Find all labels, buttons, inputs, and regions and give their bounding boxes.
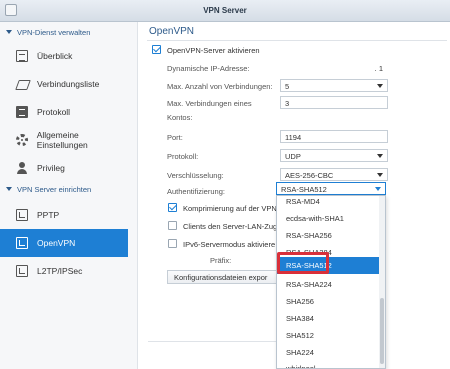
section-label: VPN Server einrichten xyxy=(17,185,92,194)
export-config-button[interactable]: Konfigurationsdateien expor xyxy=(167,270,277,284)
user-icon xyxy=(16,162,28,174)
gear-icon xyxy=(16,134,28,146)
dynamic-ip-label: Dynamische IP-Adresse: xyxy=(167,64,250,73)
sidebar-section-manage[interactable]: VPN-Dienst verwalten xyxy=(6,28,90,37)
sidebar-item-openvpn[interactable]: OpenVPN xyxy=(0,229,128,257)
compression-label: Komprimierung auf der VPN xyxy=(183,204,277,213)
authentication-select[interactable]: RSA-SHA512 xyxy=(276,182,386,195)
sidebar-item-label: L2TP/IPSec xyxy=(37,266,83,276)
collapse-caret-icon xyxy=(6,187,12,191)
selection-highlight-annotation xyxy=(277,252,329,274)
sidebar-item-pptp[interactable]: PPTP xyxy=(0,201,128,229)
dropdown-scrollbar[interactable] xyxy=(379,196,385,368)
server-lan-checkbox[interactable] xyxy=(168,221,177,230)
title-bar: VPN Server xyxy=(0,0,450,22)
max-connections-label: Max. Anzahl von Verbindungen: xyxy=(167,82,273,91)
dropdown-option[interactable]: SHA256 xyxy=(277,293,381,310)
sidebar-item-label: Privileg xyxy=(37,163,65,173)
server-lan-label: Clients den Server-LAN-Zug xyxy=(183,222,278,231)
ipv6-checkbox[interactable] xyxy=(168,239,177,248)
sidebar-item-label: PPTP xyxy=(37,210,60,220)
sidebar-item-label: Überblick xyxy=(37,51,73,61)
overview-icon xyxy=(16,50,28,62)
sidebar-item-label: OpenVPN xyxy=(37,238,76,248)
dynamic-ip-field[interactable]: . 1 xyxy=(280,61,388,74)
sidebar-item-label: Protokoll xyxy=(37,107,71,117)
prefix-label: Präfix: xyxy=(210,256,232,265)
protocol-label: Protokoll: xyxy=(167,152,199,161)
network-icon xyxy=(16,237,28,249)
network-icon xyxy=(16,265,28,277)
max-account-connections-label: Max. Verbindungen eines xyxy=(167,99,252,108)
max-account-connections-label-2: Kontos: xyxy=(167,113,193,122)
enable-openvpn-label: OpenVPN-Server aktivieren xyxy=(167,46,260,55)
log-icon xyxy=(16,106,28,118)
dropdown-option[interactable]: RSA-MD4 xyxy=(277,196,381,210)
authentication-dropdown-list[interactable]: RSA-MD4 ecdsa-with-SHA1 RSA-SHA256 RSA-S… xyxy=(276,195,386,369)
max-account-connections-input[interactable]: 3 xyxy=(280,96,388,109)
sidebar-item-overview[interactable]: Überblick xyxy=(0,42,128,70)
authentication-label: Authentifizierung: xyxy=(167,187,225,196)
page-title: OpenVPN xyxy=(149,26,195,37)
sidebar-item-privilege[interactable]: Privileg xyxy=(0,154,128,182)
sidebar-item-general-settings[interactable]: Allgemeine Einstellungen xyxy=(0,126,128,154)
divider xyxy=(148,341,276,342)
ipv6-label: IPv6-Servermodus aktiviere xyxy=(183,240,276,249)
sidebar: VPN-Dienst verwalten Überblick Verbindun… xyxy=(0,22,138,369)
window-title: VPN Server xyxy=(203,6,247,15)
sidebar-item-connection-list[interactable]: Verbindungsliste xyxy=(0,70,128,98)
sidebar-item-log[interactable]: Protokoll xyxy=(0,98,128,126)
compression-checkbox[interactable] xyxy=(168,203,177,212)
encryption-label: Verschlüsselung: xyxy=(167,171,224,180)
sidebar-item-l2tp-ipsec[interactable]: L2TP/IPSec xyxy=(0,257,128,285)
max-connections-select[interactable]: 5 xyxy=(280,79,388,92)
dropdown-option[interactable]: SHA384 xyxy=(277,310,381,327)
connection-list-icon xyxy=(16,78,28,90)
port-input[interactable]: 1194 xyxy=(280,130,388,143)
section-label: VPN-Dienst verwalten xyxy=(17,28,91,37)
network-icon xyxy=(16,209,28,221)
dropdown-option[interactable]: RSA-SHA224 xyxy=(277,276,381,293)
collapse-caret-icon xyxy=(6,30,12,34)
encryption-select[interactable]: AES-256-CBC xyxy=(280,168,388,181)
sidebar-item-label: Verbindungsliste xyxy=(37,79,100,89)
divider xyxy=(147,40,447,41)
scrollbar-thumb[interactable] xyxy=(380,298,384,364)
enable-openvpn-checkbox[interactable] xyxy=(152,45,161,54)
dropdown-option[interactable]: whirlpool xyxy=(277,360,381,368)
protocol-select[interactable]: UDP xyxy=(280,149,388,162)
port-label: Port: xyxy=(167,133,183,142)
dropdown-option[interactable]: SHA224 xyxy=(277,344,381,361)
dropdown-option[interactable]: RSA-SHA256 xyxy=(277,227,381,244)
sidebar-section-setup[interactable]: VPN Server einrichten xyxy=(6,185,91,194)
dropdown-option[interactable]: ecdsa-with-SHA1 xyxy=(277,210,381,227)
dropdown-option[interactable]: SHA512 xyxy=(277,327,381,344)
sidebar-item-label: Allgemeine Einstellungen xyxy=(36,130,88,150)
